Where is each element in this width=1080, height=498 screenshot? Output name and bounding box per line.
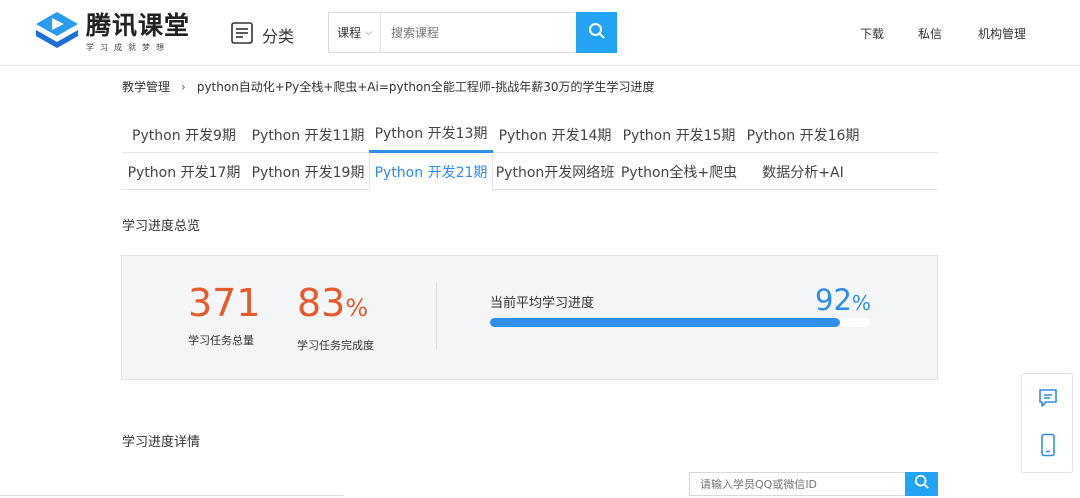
total-tasks-label: 学习任务总量: [188, 334, 254, 347]
total-tasks-value: 371: [188, 281, 261, 325]
avg-progress-label: 当前平均学习进度: [490, 296, 595, 311]
mobile-app-button[interactable]: [1035, 433, 1061, 461]
tab-row-1: Python 开发9期 Python 开发11期 Python 开发13期 Py…: [122, 116, 938, 153]
nav-messages[interactable]: 私信: [918, 25, 942, 42]
tab-row-2: Python 开发17期 Python 开发19期 Python 开发21期 P…: [122, 153, 938, 191]
student-search-input[interactable]: [690, 473, 905, 495]
logo-icon: [34, 10, 80, 54]
tab-class-online[interactable]: Python开发网络班: [493, 153, 617, 190]
stat-total-tasks: 371 学习任务总量: [188, 280, 261, 348]
chevron-down-icon: ⌵: [365, 27, 372, 38]
tab-class-9[interactable]: Python 开发9期: [122, 116, 246, 153]
details-title: 学习进度详情: [122, 435, 201, 450]
tab-class-11[interactable]: Python 开发11期: [246, 116, 370, 153]
list-icon: [230, 21, 254, 49]
tab-class-data-ai[interactable]: 数据分析+AI: [741, 153, 865, 190]
avg-progress-value: 92%: [815, 283, 871, 317]
search-input[interactable]: [381, 13, 576, 52]
avg-progress-bar: [490, 318, 870, 327]
search-icon: [914, 474, 930, 494]
top-header: 腾讯课堂 学习成就梦想 分类 课程 ⌵ 搜索课程 下载 私信 机构管理: [0, 0, 1080, 66]
search-type-select[interactable]: 课程 ⌵: [329, 13, 381, 52]
nav-download[interactable]: 下载: [860, 25, 884, 42]
feedback-button[interactable]: [1035, 387, 1061, 413]
tab-class-19[interactable]: Python 开发19期: [246, 153, 370, 190]
logo-slogan: 学习成就梦想: [86, 42, 170, 52]
completion-value: 83%: [297, 281, 369, 325]
class-tabs: Python 开发9期 Python 开发11期 Python 开发13期 Py…: [122, 116, 938, 191]
chat-icon: [1037, 387, 1059, 413]
student-search-button[interactable]: [905, 472, 938, 496]
search-icon: [588, 22, 606, 44]
logo-title: 腾讯课堂: [86, 10, 191, 40]
breadcrumb-current: python自动化+Py全栈+爬虫+Ai=python全能工程师-挑战年薪30万…: [196, 80, 655, 94]
chevron-right-icon: ›: [181, 79, 186, 94]
course-search: 课程 ⌵: [328, 12, 617, 53]
tab-class-15[interactable]: Python 开发15期: [617, 116, 741, 153]
tab-class-17[interactable]: Python 开发17期: [122, 153, 246, 190]
breadcrumb: 教学管理 › python自动化+Py全栈+爬虫+Ai=python全能工程师-…: [122, 78, 654, 95]
overview-title: 学习进度总览: [122, 219, 201, 234]
overview-panel: 371 学习任务总量 83% 学习任务完成度 当前平均学习进度 92%: [121, 255, 938, 380]
tab-class-21[interactable]: Python 开发21期: [369, 153, 493, 191]
divider: [436, 282, 437, 350]
tab-class-16[interactable]: Python 开发16期: [741, 116, 865, 153]
logo[interactable]: 腾讯课堂 学习成就梦想: [34, 10, 190, 54]
bottom-divider: [0, 495, 343, 496]
student-search: [689, 472, 938, 496]
stat-completion: 83% 学习任务完成度: [297, 280, 374, 353]
nav-org-management[interactable]: 机构管理: [978, 25, 1026, 42]
tab-class-13[interactable]: Python 开发13期: [369, 116, 493, 153]
category-label: 分类: [262, 27, 295, 46]
mobile-icon: [1037, 433, 1059, 461]
search-button[interactable]: [576, 12, 617, 53]
tab-class-14[interactable]: Python 开发14期: [493, 116, 617, 153]
tab-class-fullstack-crawler[interactable]: Python全栈+爬虫: [617, 153, 741, 190]
category-menu[interactable]: 分类: [230, 21, 294, 49]
avg-progress-fill: [490, 318, 840, 327]
completion-label: 学习任务完成度: [297, 339, 374, 352]
side-toolbar: [1021, 373, 1073, 473]
breadcrumb-root[interactable]: 教学管理: [122, 78, 170, 95]
